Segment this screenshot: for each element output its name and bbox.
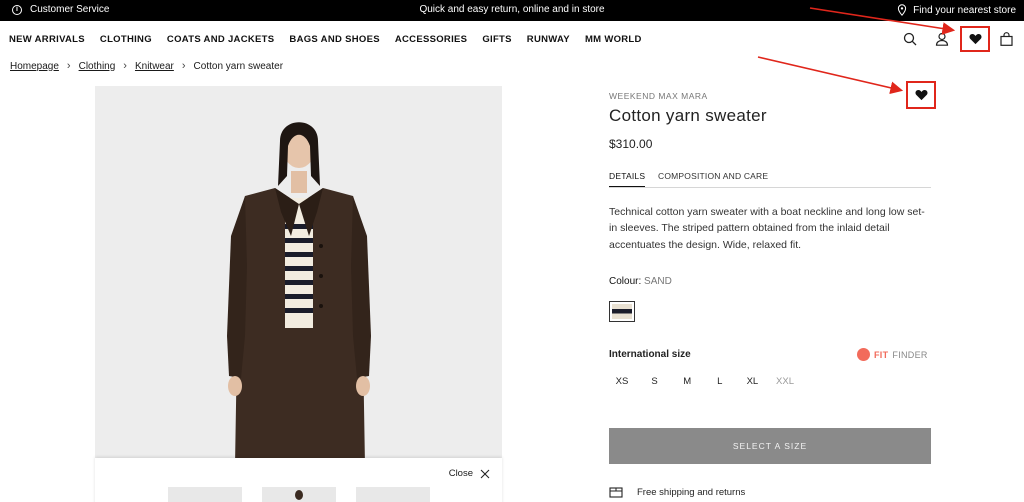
nav-item-clothing[interactable]: CLOTHING — [100, 34, 152, 45]
product-info-tabs: DETAILS COMPOSITION AND CARE — [609, 171, 931, 188]
breadcrumb-clothing[interactable]: Clothing — [79, 61, 116, 72]
gallery-thumbnail[interactable] — [168, 487, 242, 502]
nav-item-mm-world[interactable]: MM WORLD — [585, 34, 642, 45]
shipping-info[interactable]: Free shipping and returns — [609, 486, 745, 498]
fit-finder-word-finder: FINDER — [892, 349, 928, 360]
shopping-bag-icon[interactable] — [996, 29, 1016, 49]
store-finder-link[interactable]: Find your nearest store — [897, 4, 1016, 16]
main-nav: NEW ARRIVALS CLOTHING COATS AND JACKETS BAG… — [0, 21, 1024, 57]
colour-value: SAND — [644, 276, 672, 287]
customer-service-link[interactable]: i Customer Service — [12, 4, 109, 15]
gallery-thumbnails-panel: Close — [95, 458, 502, 502]
gallery-thumbnail[interactable] — [262, 487, 336, 502]
colour-label-text: Colour: — [609, 276, 642, 287]
product-price: $310.00 — [609, 137, 653, 151]
info-icon: i — [12, 4, 22, 15]
product-title: Cotton yarn sweater — [609, 106, 767, 125]
product-description: Technical cotton yarn sweater with a boa… — [609, 206, 925, 251]
chevron-right-icon: › — [66, 60, 71, 72]
nav-item-coats-and-jackets[interactable]: COATS AND JACKETS — [167, 34, 275, 45]
gallery-thumbnail[interactable] — [356, 487, 430, 502]
annotation-arrow — [757, 56, 904, 95]
size-option-xxl[interactable]: XXL — [771, 376, 799, 387]
tab-details[interactable]: DETAILS — [609, 171, 646, 187]
colour-label: Colour: SAND — [609, 276, 672, 287]
breadcrumb-current: Cotton yarn sweater — [193, 60, 284, 72]
close-label: Close — [448, 468, 473, 479]
shipping-label: Free shipping and returns — [637, 486, 746, 498]
size-option-l[interactable]: L — [706, 376, 734, 387]
promo-message: Quick and easy return, online and in sto… — [419, 4, 605, 15]
location-pin-icon — [898, 4, 907, 16]
size-option-s[interactable]: S — [641, 376, 669, 387]
fit-finder-logo-icon — [857, 348, 870, 361]
heart-icon — [914, 89, 928, 101]
size-option-m[interactable]: M — [673, 376, 701, 387]
nav-menu: NEW ARRIVALS CLOTHING COATS AND JACKETS BAG… — [9, 34, 657, 45]
close-icon — [480, 469, 490, 478]
size-option-xs[interactable]: XS — [608, 376, 636, 387]
user-icon[interactable] — [932, 29, 952, 49]
wishlist-heart-icon[interactable] — [960, 26, 990, 52]
nav-item-accessories[interactable]: ACCESSORIES — [395, 34, 467, 45]
model-photo — [227, 122, 371, 466]
search-icon[interactable] — [900, 29, 920, 49]
close-gallery-button[interactable]: Close — [449, 468, 490, 479]
fit-finder-link[interactable]: FIT FINDER — [857, 348, 928, 361]
add-to-wishlist-button[interactable] — [906, 81, 936, 109]
select-size-button[interactable]: SELECT A SIZE — [609, 428, 931, 464]
box-icon — [609, 487, 623, 498]
chevron-right-icon: › — [123, 60, 127, 72]
tab-composition-and-care[interactable]: COMPOSITION AND CARE — [658, 171, 768, 186]
customer-service-label: Customer Service — [30, 4, 110, 15]
nav-item-gifts[interactable]: GIFTS — [482, 34, 511, 45]
store-finder-label: Find your nearest store — [913, 4, 1016, 16]
top-bar: i Customer Service Quick and easy return… — [0, 0, 1024, 21]
colour-swatch-sand[interactable] — [609, 301, 635, 322]
fit-finder-word-fit: FIT — [874, 349, 889, 360]
product-brand: WEEKEND MAX MARA — [609, 91, 708, 101]
breadcrumb-homepage[interactable]: Homepage — [10, 61, 59, 72]
size-option-xl[interactable]: XL — [738, 376, 766, 387]
nav-item-new-arrivals[interactable]: NEW ARRIVALS — [9, 34, 85, 45]
breadcrumb-knitwear[interactable]: Knitwear — [135, 61, 174, 72]
size-label: International size — [609, 349, 691, 360]
nav-item-runway[interactable]: RUNWAY — [527, 34, 570, 45]
breadcrumb: Homepage › Clothing › Knitwear › Cotton … — [10, 60, 283, 72]
chevron-right-icon: › — [181, 60, 186, 72]
nav-item-bags-and-shoes[interactable]: BAGS AND SHOES — [289, 34, 379, 45]
product-main-image[interactable] — [95, 86, 502, 466]
